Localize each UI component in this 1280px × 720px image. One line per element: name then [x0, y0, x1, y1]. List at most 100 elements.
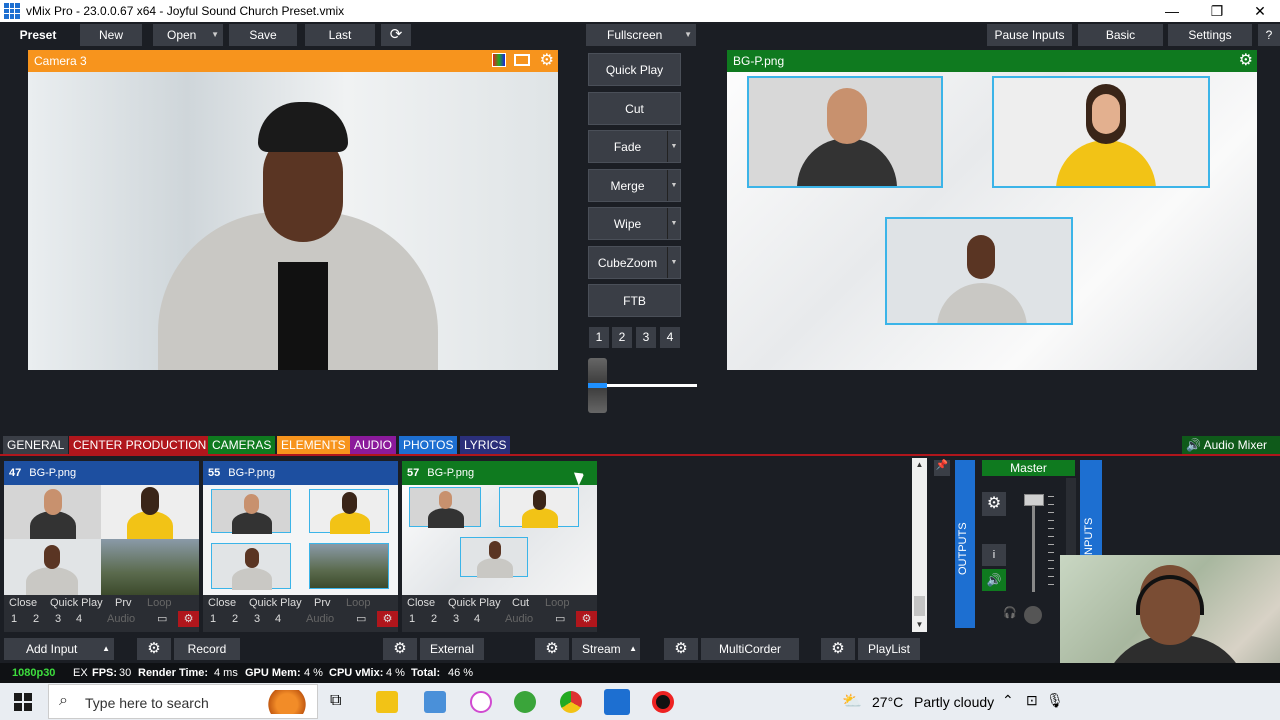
- input-gear-icon[interactable]: ⚙: [377, 611, 398, 627]
- output-gear-icon[interactable]: ⚙: [1239, 50, 1253, 72]
- input-preview-button[interactable]: Prv: [115, 595, 132, 611]
- app-icon[interactable]: [424, 691, 446, 713]
- chrome-icon[interactable]: [560, 691, 582, 713]
- tray-mic-icon[interactable]: 🎙: [1046, 692, 1064, 709]
- transition-4-button[interactable]: 4: [660, 327, 680, 348]
- inputs-scrollbar[interactable]: ▲ ▼: [912, 458, 927, 632]
- stream-gear-icon[interactable]: ⚙: [535, 638, 569, 660]
- monitor-icon[interactable]: ▭: [157, 611, 167, 627]
- help-button[interactable]: ?: [1258, 24, 1280, 46]
- input-close-button[interactable]: Close: [9, 595, 37, 611]
- transition-2-button[interactable]: 2: [612, 327, 632, 348]
- last-button[interactable]: Last: [305, 24, 375, 46]
- transition-1-button[interactable]: 1: [589, 327, 609, 348]
- overlay-3-button[interactable]: 3: [453, 611, 459, 627]
- input-quick-play-button[interactable]: Quick Play: [448, 595, 501, 611]
- tab-lyrics[interactable]: LYRICS: [460, 436, 511, 454]
- snipping-icon[interactable]: [470, 691, 492, 713]
- master-info-button[interactable]: i: [982, 544, 1006, 566]
- overlay-4-button[interactable]: 4: [474, 611, 480, 627]
- scroll-down-icon[interactable]: ▼: [912, 618, 927, 632]
- master-fader-handle[interactable]: [1024, 494, 1044, 506]
- preset-label[interactable]: Preset: [0, 24, 76, 46]
- tab-center-production[interactable]: CENTER PRODUCTION: [69, 436, 211, 454]
- input-thumbnail[interactable]: [203, 485, 398, 595]
- color-key-icon[interactable]: [492, 53, 506, 67]
- overlay-3-button[interactable]: 3: [55, 611, 61, 627]
- input-gear-icon[interactable]: ⚙: [178, 611, 199, 627]
- input-thumbnail[interactable]: [402, 485, 597, 595]
- overlay-4-button[interactable]: 4: [275, 611, 281, 627]
- multicorder-button[interactable]: MultiCorder: [701, 638, 799, 660]
- overlay-3-button[interactable]: 3: [254, 611, 260, 627]
- outputs-strip[interactable]: OUTPUTS: [955, 460, 975, 628]
- input-audio-button[interactable]: Audio: [107, 611, 135, 627]
- input-close-button[interactable]: Close: [407, 595, 435, 611]
- wipe-dropdown-icon[interactable]: ▼: [667, 208, 680, 239]
- basic-button[interactable]: Basic: [1078, 24, 1163, 46]
- tab-general[interactable]: GENERAL: [3, 436, 69, 454]
- input-cut-button[interactable]: Cut: [512, 595, 529, 611]
- settings-button[interactable]: Settings: [1168, 24, 1252, 46]
- open-button[interactable]: Open ▼: [153, 24, 223, 46]
- record-button[interactable]: Record: [174, 638, 240, 660]
- ftb-button[interactable]: FTB: [588, 284, 681, 317]
- overlay-1-button[interactable]: 1: [11, 611, 17, 627]
- input-header[interactable]: 55 BG-P.png: [203, 461, 398, 485]
- merge-dropdown-icon[interactable]: ▼: [667, 170, 680, 201]
- input-loop-button[interactable]: Loop: [147, 595, 171, 611]
- cubezoom-button[interactable]: CubeZoom ▼: [588, 246, 681, 279]
- overlay-1-button[interactable]: 1: [210, 611, 216, 627]
- tray-chevron-icon[interactable]: ⌃: [1002, 692, 1014, 709]
- cubezoom-dropdown-icon[interactable]: ▼: [667, 247, 680, 278]
- stream-dropdown-icon[interactable]: ▲: [629, 638, 637, 660]
- merge-button[interactable]: Merge ▼: [588, 169, 681, 202]
- monitor-icon[interactable]: ▭: [555, 611, 565, 627]
- fullscreen-dropdown-icon[interactable]: ▼: [684, 24, 692, 46]
- vmix-taskbar-icon[interactable]: [604, 689, 630, 715]
- taskbar-search-box[interactable]: ⌕ Type here to search: [48, 684, 318, 719]
- scroll-thumb[interactable]: [914, 596, 925, 616]
- task-view-icon[interactable]: ⧉: [330, 692, 341, 710]
- master-gear-icon[interactable]: ⚙: [982, 492, 1006, 516]
- output-video[interactable]: [727, 72, 1257, 370]
- input-audio-button[interactable]: Audio: [306, 611, 334, 627]
- close-window-button[interactable]: ✕: [1238, 0, 1280, 22]
- preview-gear-icon[interactable]: ⚙: [540, 50, 554, 72]
- playlist-gear-icon[interactable]: ⚙: [821, 638, 855, 660]
- scroll-up-icon[interactable]: ▲: [912, 458, 927, 472]
- overlay-1-button[interactable]: 1: [409, 611, 415, 627]
- input-loop-button[interactable]: Loop: [346, 595, 370, 611]
- wipe-button[interactable]: Wipe ▼: [588, 207, 681, 240]
- input-gear-icon[interactable]: ⚙: [576, 611, 597, 627]
- stream-button[interactable]: Stream ▲: [572, 638, 640, 660]
- overlay-2-button[interactable]: 2: [33, 611, 39, 627]
- quick-play-button[interactable]: Quick Play: [588, 53, 681, 86]
- add-input-dropdown-icon[interactable]: ▲: [102, 638, 110, 660]
- input-header[interactable]: 47 BG-P.png: [4, 461, 199, 485]
- input-loop-button[interactable]: Loop: [545, 595, 569, 611]
- input-header[interactable]: 57 BG-P.png: [402, 461, 597, 485]
- file-explorer-icon[interactable]: [376, 691, 398, 713]
- minimize-button[interactable]: —: [1150, 0, 1194, 22]
- external-button[interactable]: External: [420, 638, 484, 660]
- new-button[interactable]: New: [80, 24, 142, 46]
- fullscreen-button[interactable]: Fullscreen ▼: [586, 24, 696, 46]
- master-mute-icon[interactable]: 🔊: [982, 569, 1006, 591]
- multicorder-gear-icon[interactable]: ⚙: [664, 638, 698, 660]
- overlay-2-button[interactable]: 2: [431, 611, 437, 627]
- tab-audio[interactable]: AUDIO: [350, 436, 397, 454]
- audio-mixer-tab[interactable]: 🔊 Audio Mixer: [1182, 436, 1280, 454]
- headphones-icon[interactable]: 🎧: [1003, 606, 1017, 622]
- open-dropdown-icon[interactable]: ▼: [211, 24, 219, 46]
- save-button[interactable]: Save: [229, 24, 297, 46]
- record-gear-icon[interactable]: ⚙: [137, 638, 171, 660]
- fade-dropdown-icon[interactable]: ▼: [667, 131, 680, 162]
- add-input-button[interactable]: Add Input ▲: [4, 638, 114, 660]
- cut-button[interactable]: Cut: [588, 92, 681, 125]
- pin-icon[interactable]: 📌: [934, 460, 950, 476]
- input-57[interactable]: 57 BG-P.png Close Quick Play Cut Loop 1 2 3 4 Au…: [402, 461, 597, 632]
- t-bar-handle[interactable]: [588, 358, 607, 413]
- pause-inputs-button[interactable]: Pause Inputs: [987, 24, 1072, 46]
- input-quick-play-button[interactable]: Quick Play: [249, 595, 302, 611]
